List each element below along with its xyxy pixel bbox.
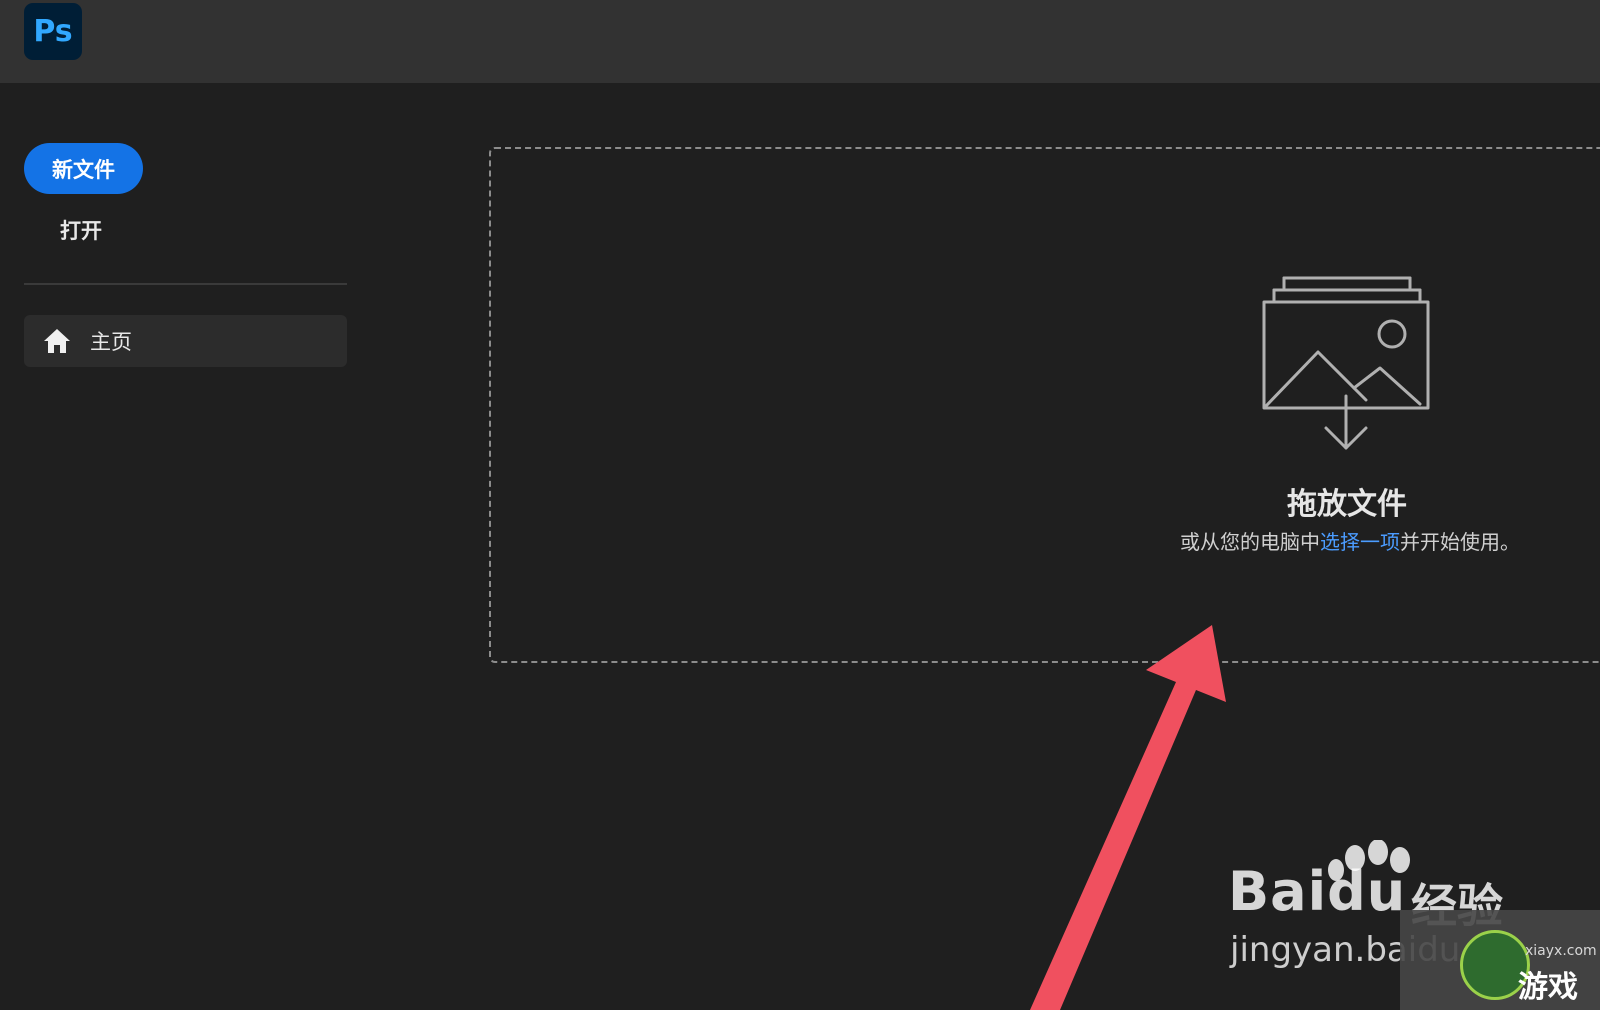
subtitle-prefix: 或从您的电脑中 — [1180, 530, 1320, 554]
game-site-name: 游戏 — [1518, 970, 1578, 1005]
file-drop-zone[interactable] — [489, 147, 1600, 663]
baidu-logo-text: Baidu — [1228, 860, 1407, 923]
open-button[interactable]: 打开 — [60, 215, 102, 245]
drop-zone-title: 拖放文件 — [1287, 487, 1407, 522]
baidu-paw-text: du — [1327, 860, 1407, 923]
drop-zone-subtitle: 或从您的电脑中选择一项并开始使用。 — [1100, 526, 1600, 555]
sidebar-item-home[interactable]: 主页 — [24, 315, 347, 367]
image-drop-icon — [1262, 276, 1430, 450]
home-icon — [42, 327, 72, 355]
sidebar-divider — [24, 283, 347, 285]
sidebar-item-label: 主页 — [90, 330, 132, 354]
subtitle-suffix: 并开始使用。 — [1400, 530, 1520, 554]
new-file-button[interactable]: 新文件 — [24, 143, 143, 194]
top-bar: Ps — [0, 0, 1600, 83]
select-file-link[interactable]: 选择一项 — [1320, 530, 1400, 554]
game-site-url: xiayx.com — [1525, 943, 1597, 959]
photoshop-logo[interactable]: Ps — [24, 3, 82, 60]
